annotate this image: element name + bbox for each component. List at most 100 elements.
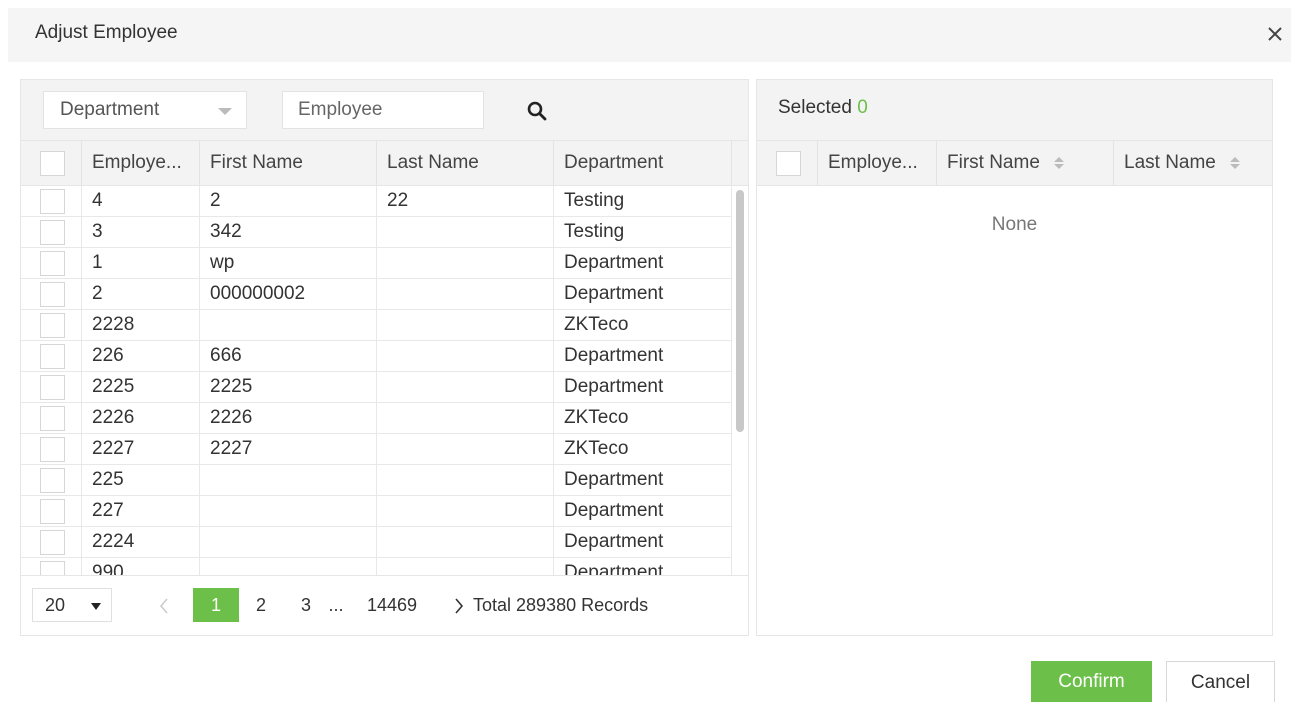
- employee-table-header: Employe... First Name Last Name Departme…: [21, 140, 748, 186]
- table-row[interactable]: 3 342 Testing: [21, 217, 731, 248]
- dialog-header: Adjust Employee: [8, 8, 1291, 62]
- caret-down-icon: [218, 108, 232, 115]
- caret-down-icon: [91, 603, 101, 610]
- row-checkbox[interactable]: [40, 282, 65, 307]
- row-checkbox[interactable]: [40, 406, 65, 431]
- cell-last-name: [376, 372, 553, 402]
- column-header-department[interactable]: Department: [553, 141, 731, 185]
- page-size-select[interactable]: 20: [32, 588, 112, 622]
- selected-label: Selected 0: [778, 97, 868, 119]
- dialog-title: Adjust Employee: [35, 22, 178, 43]
- table-row[interactable]: 4 2 22 Testing: [21, 186, 731, 217]
- page-button-3[interactable]: 3: [293, 588, 319, 622]
- table-row[interactable]: 2 000000002 Department: [21, 279, 731, 310]
- selected-column-employee-id[interactable]: Employe...: [817, 141, 936, 185]
- selected-column-first-name-label: First Name: [947, 152, 1040, 173]
- selected-count: 0: [857, 97, 868, 118]
- vertical-scrollbar[interactable]: [731, 186, 748, 575]
- prev-page-icon[interactable]: [149, 588, 179, 622]
- scrollbar-thumb[interactable]: [736, 190, 744, 432]
- table-row[interactable]: 226 666 Department: [21, 341, 731, 372]
- cell-first-name: 2226: [199, 403, 376, 433]
- table-row[interactable]: 227 Department: [21, 496, 731, 527]
- cell-last-name: [376, 279, 553, 309]
- selected-select-all-checkbox[interactable]: [776, 151, 801, 176]
- cell-employee-id: 227: [81, 496, 199, 526]
- cell-first-name: [199, 465, 376, 495]
- cell-employee-id: 225: [81, 465, 199, 495]
- cell-first-name: wp: [199, 248, 376, 278]
- row-checkbox[interactable]: [40, 251, 65, 276]
- cell-first-name: 2227: [199, 434, 376, 464]
- row-checkbox[interactable]: [40, 189, 65, 214]
- row-checkbox[interactable]: [40, 530, 65, 555]
- page-ellipsis: ...: [328, 595, 344, 615]
- selected-column-last-name[interactable]: Last Name: [1113, 141, 1272, 185]
- employee-table-body: 4 2 22 Testing 3 342 Testing 1 wp Department 2 0000…: [21, 186, 731, 575]
- next-page-icon[interactable]: [449, 588, 469, 622]
- cancel-button[interactable]: Cancel: [1166, 661, 1275, 702]
- cell-department: Department: [553, 465, 731, 495]
- table-row[interactable]: 2226 2226 ZKTeco: [21, 403, 731, 434]
- cell-employee-id: 2225: [81, 372, 199, 402]
- column-header-last-name[interactable]: Last Name: [376, 141, 553, 185]
- table-row[interactable]: 2224 Department: [21, 527, 731, 558]
- page-button-1[interactable]: 1: [193, 588, 239, 622]
- row-checkbox[interactable]: [40, 437, 65, 462]
- cell-employee-id: 2226: [81, 403, 199, 433]
- cell-department: Department: [553, 496, 731, 526]
- row-checkbox[interactable]: [40, 468, 65, 493]
- page-button-2[interactable]: 2: [248, 588, 274, 622]
- cell-employee-id: 4: [81, 186, 199, 216]
- sort-icon[interactable]: [1053, 156, 1065, 170]
- row-checkbox[interactable]: [40, 375, 65, 400]
- row-checkbox[interactable]: [40, 561, 65, 575]
- cell-department: Department: [553, 248, 731, 278]
- page-button-last[interactable]: 14469: [357, 588, 427, 622]
- row-checkbox[interactable]: [40, 344, 65, 369]
- page-size-value: 20: [45, 595, 66, 615]
- department-select-label: Department: [60, 99, 160, 120]
- department-select[interactable]: Department: [43, 91, 247, 129]
- cell-department: Department: [553, 341, 731, 371]
- cell-employee-id: 2: [81, 279, 199, 309]
- sort-icon[interactable]: [1229, 156, 1241, 170]
- cell-last-name: [376, 217, 553, 247]
- empty-state-text: None: [991, 214, 1038, 235]
- selected-column-first-name[interactable]: First Name: [936, 141, 1113, 185]
- cell-last-name: [376, 465, 553, 495]
- filter-bar: Department: [21, 80, 748, 140]
- pagination: 20 1 2 3 ... 14469 Total 289380 Records: [21, 575, 748, 635]
- cell-department: Department: [553, 372, 731, 402]
- table-row[interactable]: 2228 ZKTeco: [21, 310, 731, 341]
- scroll-gutter-header: [731, 141, 748, 185]
- table-row[interactable]: 2225 2225 Department: [21, 372, 731, 403]
- column-header-first-name[interactable]: First Name: [199, 141, 376, 185]
- selected-column-last-name-label: Last Name: [1124, 152, 1216, 173]
- cell-department: Testing: [553, 217, 731, 247]
- table-row[interactable]: 990 Department: [21, 558, 731, 575]
- cell-employee-id: 2227: [81, 434, 199, 464]
- cell-first-name: [199, 496, 376, 526]
- row-checkbox[interactable]: [40, 220, 65, 245]
- cell-first-name: 342: [199, 217, 376, 247]
- table-row[interactable]: 225 Department: [21, 465, 731, 496]
- selected-column-employee-id-label: Employe...: [828, 152, 918, 173]
- column-header-employee-id[interactable]: Employe...: [81, 141, 199, 185]
- table-row[interactable]: 1 wp Department: [21, 248, 731, 279]
- row-checkbox[interactable]: [40, 499, 65, 524]
- cell-first-name: [199, 558, 376, 575]
- select-all-checkbox[interactable]: [40, 151, 65, 176]
- row-checkbox[interactable]: [40, 313, 65, 338]
- table-row[interactable]: 2227 2227 ZKTeco: [21, 434, 731, 465]
- cell-employee-id: 990: [81, 558, 199, 575]
- employee-search-input[interactable]: [282, 91, 484, 129]
- cell-last-name: [376, 310, 553, 340]
- close-icon[interactable]: [1261, 20, 1289, 48]
- search-icon[interactable]: [526, 100, 548, 122]
- cell-department: ZKTeco: [553, 310, 731, 340]
- cell-department: ZKTeco: [553, 403, 731, 433]
- confirm-button[interactable]: Confirm: [1031, 661, 1152, 702]
- cell-last-name: [376, 527, 553, 557]
- cell-last-name: [376, 248, 553, 278]
